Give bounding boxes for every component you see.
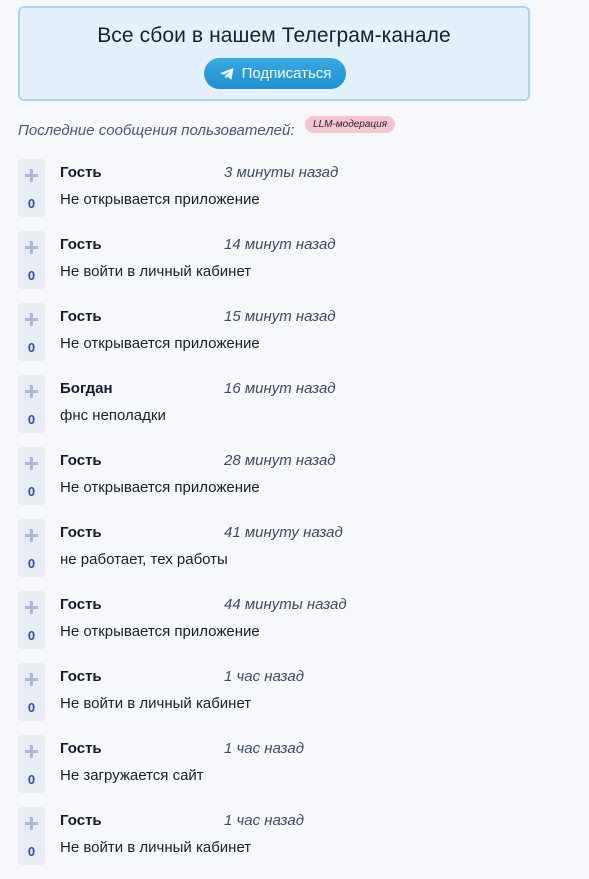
message-author: Гость	[60, 524, 102, 541]
subscribe-button[interactable]: Подписаться	[204, 58, 346, 89]
message-author: Гость	[60, 668, 102, 685]
message-list: 0 Гость 3 минуты назад Не открывается пр…	[18, 157, 578, 877]
upvote-plus-icon[interactable]	[25, 601, 38, 614]
message-author: Богдан	[60, 380, 113, 397]
message-item: 0 Гость 1 час назад Не загружается сайт	[18, 733, 578, 805]
telegram-icon	[219, 67, 235, 81]
message-text: Не открывается приложение	[60, 191, 260, 208]
message-item: 0 Гость 41 минуту назад не работает, тех…	[18, 517, 578, 589]
vote-box: 0	[18, 591, 45, 649]
vote-count: 0	[27, 340, 36, 355]
upvote-plus-icon[interactable]	[25, 313, 38, 326]
vote-count: 0	[27, 268, 36, 283]
telegram-banner: Все сбои в нашем Телеграм-канале Подписа…	[18, 6, 530, 101]
message-time: 3 минуты назад	[224, 164, 339, 181]
vote-count: 0	[27, 700, 36, 715]
vote-box: 0	[18, 303, 45, 361]
message-author: Гость	[60, 452, 102, 469]
message-time: 16 минут назад	[224, 380, 336, 397]
message-item: 0 Гость 1 час назад Не войти в личный ка…	[18, 805, 578, 877]
upvote-plus-icon[interactable]	[25, 529, 38, 542]
message-item: 0 Гость 1 час назад Не войти в личный ка…	[18, 661, 578, 733]
message-text: Не загружается сайт	[60, 767, 204, 784]
message-text: Не открывается приложение	[60, 623, 260, 640]
upvote-plus-icon[interactable]	[25, 241, 38, 254]
vote-count: 0	[27, 484, 36, 499]
vote-box: 0	[18, 159, 45, 217]
message-text: Не войти в личный кабинет	[60, 695, 252, 712]
vote-count: 0	[27, 556, 36, 571]
vote-box: 0	[18, 735, 45, 793]
message-text: Не войти в личный кабинет	[60, 263, 252, 280]
vote-count: 0	[27, 772, 36, 787]
section-caption: Последние сообщения пользователей:	[18, 122, 295, 139]
vote-count: 0	[27, 196, 36, 211]
message-author: Гость	[60, 740, 102, 757]
message-time: 44 минуты назад	[224, 596, 347, 613]
message-time: 14 минут назад	[224, 236, 336, 253]
vote-count: 0	[27, 412, 36, 427]
vote-box: 0	[18, 807, 45, 865]
message-time: 1 час назад	[224, 812, 304, 829]
message-text: Не войти в личный кабинет	[60, 839, 252, 856]
message-item: 0 Богдан 16 минут назад фнс неполадки	[18, 373, 578, 445]
message-item: 0 Гость 3 минуты назад Не открывается пр…	[18, 157, 578, 229]
message-item: 0 Гость 28 минут назад Не открывается пр…	[18, 445, 578, 517]
message-item: 0 Гость 15 минут назад Не открывается пр…	[18, 301, 578, 373]
upvote-plus-icon[interactable]	[25, 385, 38, 398]
vote-count: 0	[27, 628, 36, 643]
message-time: 28 минут назад	[224, 452, 336, 469]
vote-box: 0	[18, 231, 45, 289]
message-time: 1 час назад	[224, 668, 304, 685]
upvote-plus-icon[interactable]	[25, 745, 38, 758]
message-author: Гость	[60, 596, 102, 613]
vote-box: 0	[18, 519, 45, 577]
subscribe-label: Подписаться	[241, 65, 332, 82]
message-author: Гость	[60, 236, 102, 253]
message-text: Не открывается приложение	[60, 335, 260, 352]
vote-box: 0	[18, 375, 45, 433]
message-text: Не открывается приложение	[60, 479, 260, 496]
message-time: 41 минуту назад	[224, 524, 343, 541]
upvote-plus-icon[interactable]	[25, 169, 38, 182]
message-time: 15 минут назад	[224, 308, 336, 325]
vote-box: 0	[18, 447, 45, 505]
llm-moderation-badge: LLM-модерация	[305, 116, 396, 133]
upvote-plus-icon[interactable]	[25, 817, 38, 830]
message-author: Гость	[60, 812, 102, 829]
message-item: 0 Гость 44 минуты назад Не открывается п…	[18, 589, 578, 661]
message-time: 1 час назад	[224, 740, 304, 757]
upvote-plus-icon[interactable]	[25, 673, 38, 686]
message-author: Гость	[60, 164, 102, 181]
vote-box: 0	[18, 663, 45, 721]
message-author: Гость	[60, 308, 102, 325]
message-item: 0 Гость 14 минут назад Не войти в личный…	[18, 229, 578, 301]
banner-title: Все сбои в нашем Телеграм-канале	[97, 24, 451, 47]
upvote-plus-icon[interactable]	[25, 457, 38, 470]
vote-count: 0	[27, 844, 36, 859]
message-text: фнс неполадки	[60, 407, 166, 424]
message-text: не работает, тех работы	[60, 551, 228, 568]
